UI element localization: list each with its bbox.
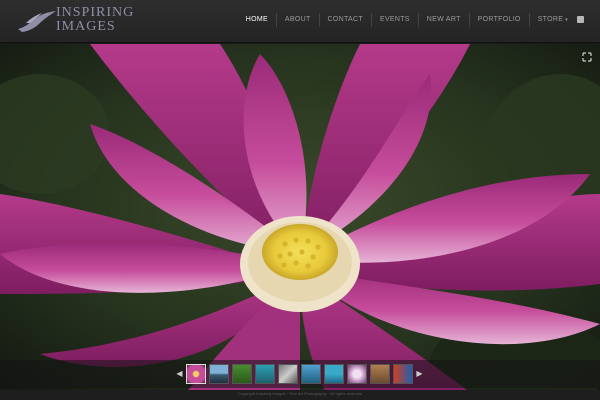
site-header: INSPIRING IMAGES HOME ABOUT CONTACT EVEN… <box>0 0 600 43</box>
lotus-flower-image <box>0 44 600 400</box>
thumbnail-5[interactable] <box>278 364 298 384</box>
chevron-down-icon: ▾ <box>565 17 568 23</box>
thumbnail-1[interactable] <box>186 364 206 384</box>
site-logo[interactable]: INSPIRING IMAGES <box>16 4 134 38</box>
prev-arrow-icon[interactable]: ◀ <box>176 364 183 384</box>
thumbnail-strip: ◀ ▶ <box>0 360 600 388</box>
bird-logo-icon <box>18 11 56 32</box>
site-footer: Copyright Inspiring Images · Fine Art Ph… <box>0 390 600 400</box>
next-arrow-icon[interactable]: ▶ <box>416 364 423 384</box>
nav-item-contact[interactable]: CONTACT <box>318 13 371 27</box>
thumbnail-3[interactable] <box>232 364 252 384</box>
nav-item-new-art[interactable]: NEW ART <box>417 13 469 27</box>
rss-icon[interactable] <box>577 16 584 23</box>
thumbnail-2[interactable] <box>209 364 229 384</box>
thumbnail-7[interactable] <box>324 364 344 384</box>
nav-item-events[interactable]: EVENTS <box>370 13 418 27</box>
thumbnail-4[interactable] <box>255 364 275 384</box>
nav-item-portfolio[interactable]: PORTFOLIO <box>468 13 529 27</box>
nav-item-store[interactable]: STORE ▾ <box>528 13 576 27</box>
logo-text-line2: IMAGES <box>56 19 116 34</box>
fullscreen-icon[interactable] <box>582 52 592 62</box>
nav-item-home[interactable]: HOME <box>238 13 276 27</box>
footer-copyright: Copyright Inspiring Images · Fine Art Ph… <box>237 391 363 396</box>
thumbnail-9[interactable] <box>370 364 390 384</box>
thumbnail-8[interactable] <box>347 364 367 384</box>
nav-item-about[interactable]: ABOUT <box>275 13 319 27</box>
thumbnail-10[interactable] <box>393 364 413 384</box>
main-nav: HOME ABOUT CONTACT EVENTS NEW ART PORTFO… <box>238 13 576 27</box>
thumbnail-6[interactable] <box>301 364 321 384</box>
nav-item-store-label: STORE <box>537 16 564 23</box>
thumbnail-list: ◀ ▶ <box>176 364 423 384</box>
slideshow-stage[interactable] <box>0 44 600 400</box>
